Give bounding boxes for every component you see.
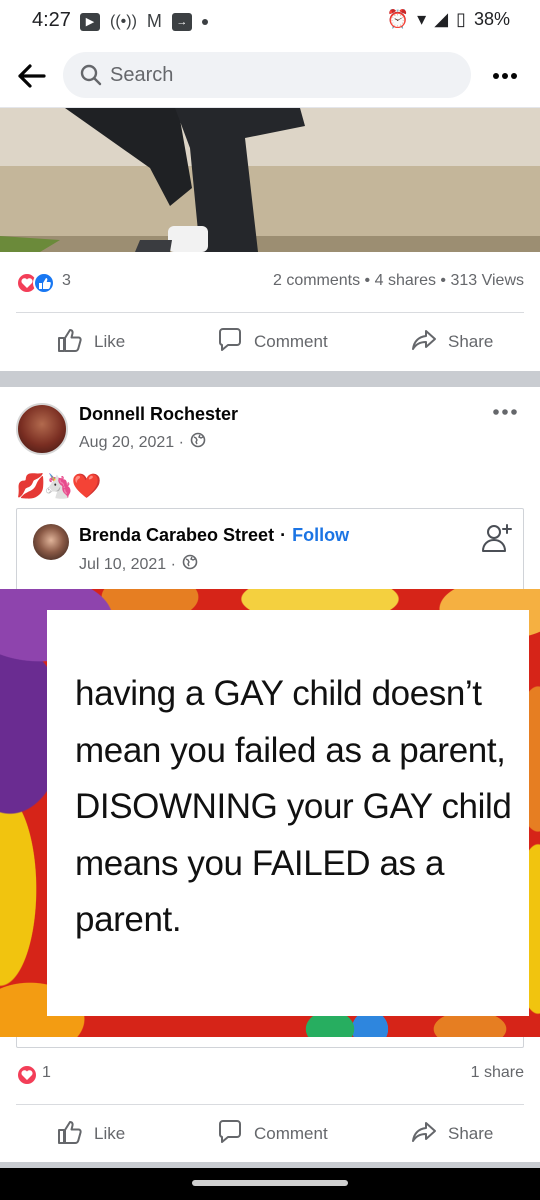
reaction-icons[interactable]: [16, 272, 56, 294]
shared-date[interactable]: Jul 10, 2021 ·: [79, 556, 176, 574]
status-bar: 4:27 ▶ ((•)) M → ⏰ ▾ ◢ ▯ 38%: [0, 0, 540, 44]
image-quote-card: having a GAY child doesn’t mean you fail…: [47, 610, 529, 1016]
alarm-icon: ⏰: [386, 9, 410, 29]
status-time: 4:27: [32, 9, 71, 31]
battery-icon: ▯: [456, 9, 466, 29]
comment-label: Comment: [254, 332, 328, 351]
more-dots-icon[interactable]: [488, 64, 524, 88]
post-author-name[interactable]: Donnell Rochester: [79, 404, 238, 425]
follow-button[interactable]: Follow: [292, 525, 349, 545]
search-input[interactable]: Search: [63, 52, 471, 98]
share-button[interactable]: Share: [410, 1105, 493, 1163]
shared-post[interactable]: Brenda Carabeo Street · Follow Jul 10, 202…: [0, 508, 540, 1048]
shared-meta: Jul 10, 2021 ·: [79, 554, 198, 575]
shared-author-row: Brenda Carabeo Street · Follow: [79, 525, 349, 546]
post-text: 💋🦄❤️: [16, 473, 102, 500]
forward-icon: →: [171, 12, 192, 31]
comment-label: Comment: [254, 1124, 328, 1143]
separator-dot: ·: [280, 525, 287, 545]
post-options-icon[interactable]: [490, 402, 520, 422]
comment-icon: [216, 1118, 244, 1151]
globe-icon: [182, 554, 198, 575]
shares-count[interactable]: 1 share: [471, 1064, 524, 1082]
shared-image[interactable]: having a GAY child doesn’t mean you fail…: [0, 589, 540, 1037]
avatar[interactable]: [16, 403, 68, 455]
youtube-icon: ▶: [80, 12, 100, 31]
post-stats: 3 2 comments • 4 shares • 313 Views: [0, 252, 540, 312]
like-icon: [56, 326, 84, 359]
gmail-icon: M: [146, 11, 162, 31]
battery-percent: 38%: [473, 9, 510, 29]
reaction-count[interactable]: 1: [42, 1064, 51, 1082]
avatar[interactable]: [33, 524, 69, 560]
post-photo[interactable]: [0, 108, 540, 252]
reaction-count[interactable]: 3: [62, 272, 71, 290]
post-date[interactable]: Aug 20, 2021 ·: [79, 434, 184, 452]
share-label: Share: [448, 1124, 494, 1143]
like-button[interactable]: Like: [56, 313, 125, 371]
comment-button[interactable]: Comment: [216, 313, 328, 371]
like-icon: [56, 1118, 84, 1151]
like-label: Like: [94, 1124, 126, 1143]
search-placeholder: Search: [110, 64, 174, 86]
search-icon: [79, 63, 103, 93]
dot-icon: [201, 18, 208, 25]
reaction-icons[interactable]: [16, 1064, 38, 1086]
cast-icon: ((•)): [110, 12, 137, 30]
comment-button[interactable]: Comment: [216, 1105, 328, 1163]
share-button[interactable]: Share: [410, 313, 493, 371]
signal-icon: ◢: [434, 9, 449, 29]
back-arrow-icon[interactable]: [14, 58, 50, 94]
post-actions: Like Comment Share: [0, 313, 540, 371]
add-friend-icon[interactable]: [480, 521, 514, 555]
post-actions: Like Comment Share: [0, 1105, 540, 1163]
top-bar: Search: [0, 44, 540, 108]
image-quote-text: having a GAY child doesn’t mean you fail…: [75, 674, 512, 939]
navigation-bar: [0, 1168, 540, 1200]
post-stats: 1 1 share: [0, 1046, 540, 1104]
home-gesture-handle[interactable]: [192, 1180, 348, 1186]
comment-icon: [216, 326, 244, 359]
post-meta: Aug 20, 2021 ·: [79, 432, 206, 453]
like-label: Like: [94, 332, 126, 351]
feed-separator: [0, 371, 540, 387]
shared-author-name[interactable]: Brenda Carabeo Street: [79, 525, 274, 545]
globe-icon: [190, 432, 206, 453]
wifi-icon: ▾: [417, 9, 427, 29]
share-icon: [410, 326, 438, 359]
comments-shares-views[interactable]: 2 comments • 4 shares • 313 Views: [273, 272, 524, 290]
share-icon: [410, 1118, 438, 1151]
share-label: Share: [448, 332, 494, 351]
like-button[interactable]: Like: [56, 1105, 125, 1163]
